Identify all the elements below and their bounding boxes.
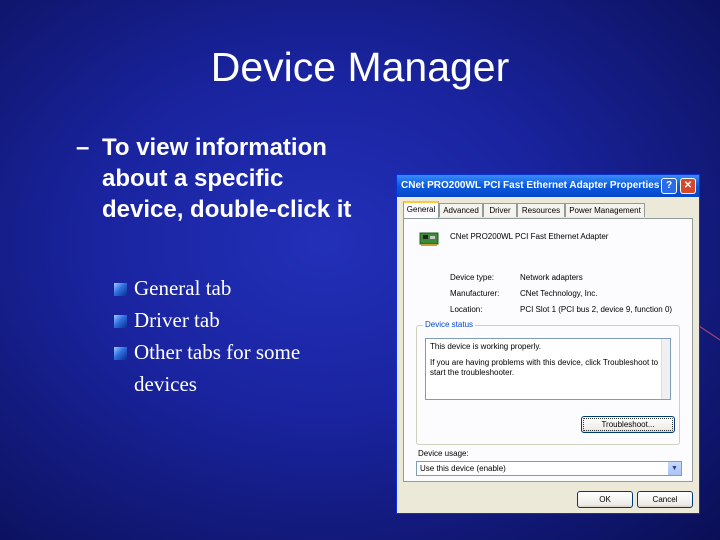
square-bullet-icon	[114, 283, 127, 296]
dialog-titlebar[interactable]: CNet PRO200WL PCI Fast Ethernet Adapter …	[397, 175, 699, 197]
status-line-1: This device is working properly.	[430, 342, 542, 351]
bullet-text: To view information about a specific dev…	[102, 134, 352, 223]
tab-general[interactable]: General	[403, 201, 439, 218]
sub-bullet-text: General tab	[134, 276, 232, 300]
device-usage-label: Device usage:	[418, 449, 469, 458]
sub-bullet-item: Other tabs for some devices	[114, 336, 364, 400]
square-bullet-icon	[114, 315, 127, 328]
close-button[interactable]: ✕	[680, 178, 696, 194]
device-status-text[interactable]: This device is working properly. If you …	[425, 338, 671, 400]
device-type-value: Network adapters	[520, 273, 583, 282]
tab-driver[interactable]: Driver	[483, 203, 517, 217]
properties-dialog: CNet PRO200WL PCI Fast Ethernet Adapter …	[396, 174, 700, 514]
manufacturer-label: Manufacturer:	[450, 289, 500, 298]
help-button[interactable]: ?	[661, 178, 677, 194]
sub-bullet-item: General tab	[114, 272, 364, 304]
tab-advanced[interactable]: Advanced	[439, 203, 483, 217]
square-bullet-icon	[114, 347, 127, 360]
ok-button[interactable]: OK	[577, 491, 633, 508]
sub-bullet-item: Driver tab	[114, 304, 364, 336]
chevron-down-icon[interactable]: ▼	[668, 462, 681, 475]
sub-bullet-text: Other tabs for some devices	[134, 340, 301, 396]
status-line-2: If you are having problems with this dev…	[430, 358, 659, 377]
slide-title: Device Manager	[210, 44, 510, 90]
device-type-label: Device type:	[450, 273, 495, 282]
manufacturer-value: CNet Technology, Inc.	[520, 289, 598, 298]
status-scrollbar[interactable]	[661, 339, 670, 399]
general-tab-panel: CNet PRO200WL PCI Fast Ethernet Adapter …	[403, 218, 693, 482]
troubleshoot-button[interactable]: Troubleshoot...	[581, 416, 675, 433]
tab-power-management[interactable]: Power Management	[565, 203, 645, 217]
bullet-dash: –	[76, 134, 90, 161]
sub-bullet-list: General tab Driver tab Other tabs for so…	[114, 272, 364, 400]
tab-resources[interactable]: Resources	[517, 203, 565, 217]
device-status-group: Device status This device is working pro…	[416, 320, 680, 445]
dialog-title: CNet PRO200WL PCI Fast Ethernet Adapter …	[401, 180, 660, 191]
device-status-label: Device status	[423, 320, 476, 329]
device-usage-select[interactable]: Use this device (enable) ▼	[416, 461, 682, 476]
cancel-button[interactable]: Cancel	[637, 491, 693, 508]
device-usage-value: Use this device (enable)	[420, 464, 506, 473]
location-label: Location:	[450, 305, 483, 314]
network-adapter-icon	[419, 232, 439, 246]
location-value: PCI Slot 1 (PCI bus 2, device 9, functio…	[520, 305, 673, 314]
device-name: CNet PRO200WL PCI Fast Ethernet Adapter	[450, 232, 609, 241]
sub-bullet-text: Driver tab	[134, 308, 220, 332]
